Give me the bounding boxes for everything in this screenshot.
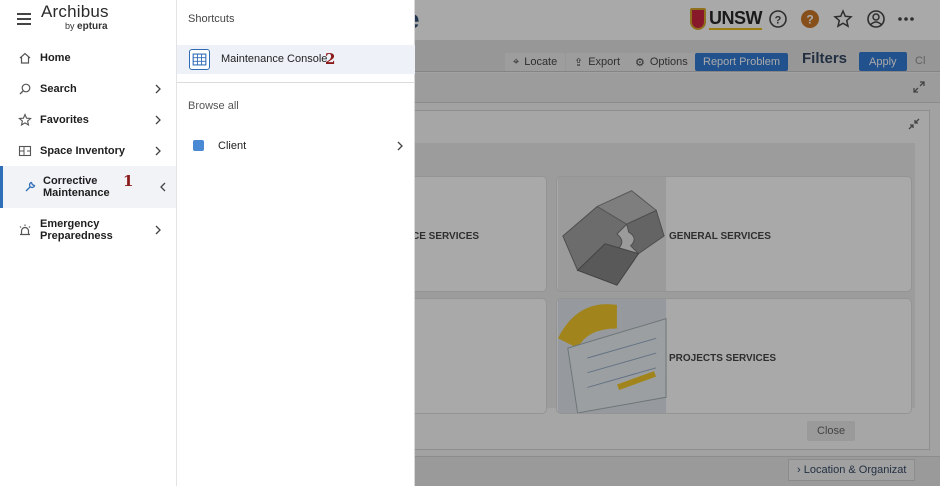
archibus-logo: Archibus by eptura — [41, 2, 109, 32]
nav-item-home[interactable]: Home — [0, 50, 176, 66]
chevron-right-icon — [155, 225, 161, 235]
nav-item-space-inventory[interactable]: Space Inventory — [0, 143, 176, 159]
wrench-icon — [23, 180, 37, 194]
chevron-left-icon — [160, 182, 166, 192]
browse-item-label: Client — [218, 140, 247, 152]
floorplan-icon — [18, 144, 32, 158]
browse-item-client[interactable]: Client — [177, 137, 415, 155]
nav-sidebar: Archibus by eptura Home Search Favorites… — [0, 0, 177, 486]
chevron-right-icon — [397, 141, 403, 151]
nav-item-search[interactable]: Search — [0, 81, 176, 97]
client-color-icon — [193, 140, 204, 151]
shortcut-maintenance-console[interactable]: Maintenance Console 2 — [177, 45, 415, 74]
hamburger-menu-icon[interactable] — [17, 13, 31, 25]
home-icon — [18, 51, 32, 65]
nav-item-emergency-preparedness[interactable]: Emergency Preparedness — [0, 216, 176, 244]
step-annotation-2: 2 — [325, 50, 336, 68]
nav-item-corrective-maintenance[interactable]: Corrective Maintenance 1 — [0, 166, 176, 208]
shortcut-label: Maintenance Console — [221, 53, 328, 65]
chevron-right-icon — [155, 115, 161, 125]
shortcuts-title: Shortcuts — [188, 13, 235, 25]
alarm-icon — [18, 223, 32, 237]
browse-all-label: Browse all — [188, 100, 239, 112]
brand-sub: by eptura — [65, 21, 108, 32]
chevron-right-icon — [155, 146, 161, 156]
star-icon — [18, 113, 32, 127]
grid-table-icon — [189, 49, 210, 70]
chevron-right-icon — [155, 84, 161, 94]
shortcuts-panel: Shortcuts Maintenance Console 2 Browse a… — [177, 0, 415, 486]
divider — [177, 82, 415, 83]
nav-item-favorites[interactable]: Favorites — [0, 112, 176, 128]
search-icon — [18, 82, 32, 96]
nav-label: Emergency Preparedness — [40, 218, 113, 242]
step-annotation-1: 1 — [123, 172, 134, 190]
nav-label: Corrective Maintenance — [43, 175, 110, 199]
brand-name: Archibus — [41, 2, 109, 21]
